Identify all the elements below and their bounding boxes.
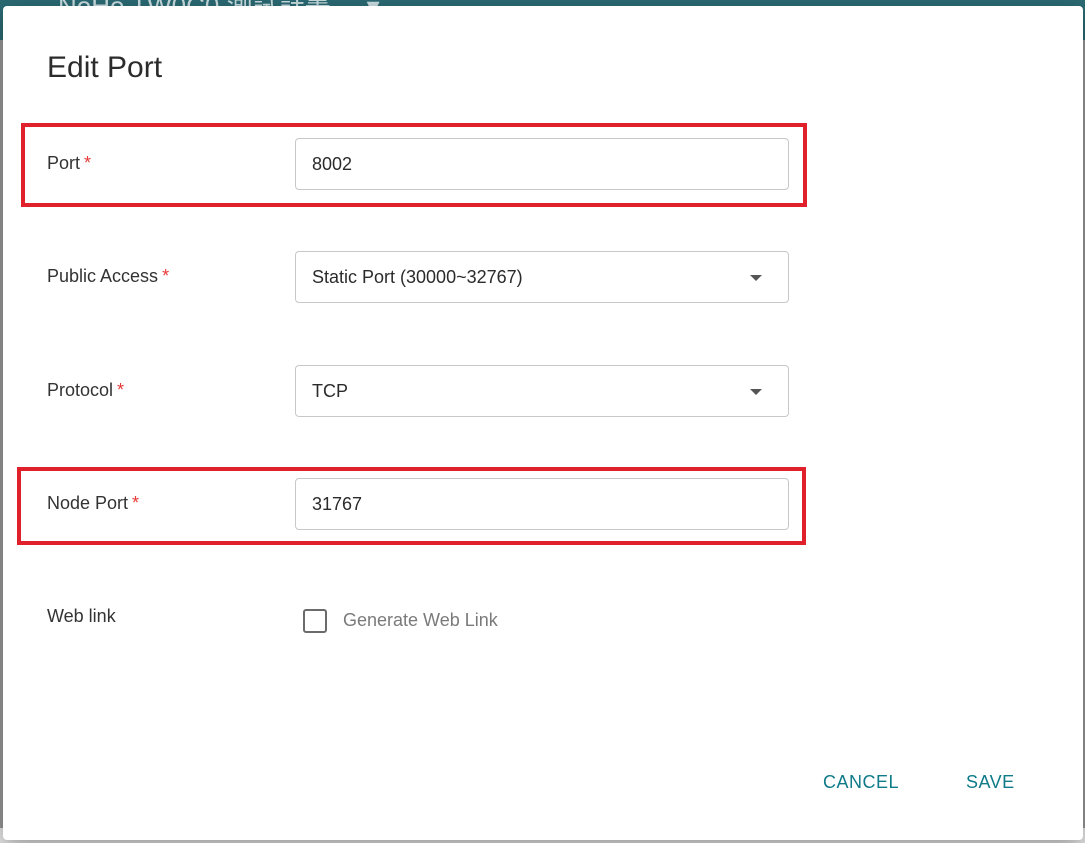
required-marker: * xyxy=(162,266,170,286)
generate-web-link-label[interactable]: Generate Web Link xyxy=(343,610,498,631)
public-access-value: Static Port (30000~32767) xyxy=(312,267,523,287)
save-button[interactable]: SAVE xyxy=(966,772,1015,793)
cancel-button[interactable]: CANCEL xyxy=(823,772,899,793)
chevron-down-icon xyxy=(750,389,762,395)
chevron-down-icon xyxy=(750,275,762,281)
port-highlight-box xyxy=(21,123,807,207)
protocol-label: Protocol * xyxy=(47,380,124,401)
web-link-label: Web link xyxy=(47,606,116,627)
edit-port-dialog: Edit Port Port* Public Access* Static Po… xyxy=(3,6,1083,840)
required-marker: * xyxy=(117,380,125,400)
public-access-label-text: Public Access xyxy=(47,266,159,286)
dialog-title: Edit Port xyxy=(47,51,163,84)
protocol-label-text: Protocol xyxy=(47,380,114,400)
public-access-select[interactable]: Static Port (30000~32767) xyxy=(295,251,789,303)
protocol-value: TCP xyxy=(312,381,348,401)
public-access-label: Public Access * xyxy=(47,266,169,287)
web-link-label-text: Web link xyxy=(47,606,116,626)
generate-web-link-checkbox[interactable] xyxy=(303,609,327,633)
node-port-highlight-box xyxy=(17,467,806,545)
protocol-select[interactable]: TCP xyxy=(295,365,789,417)
